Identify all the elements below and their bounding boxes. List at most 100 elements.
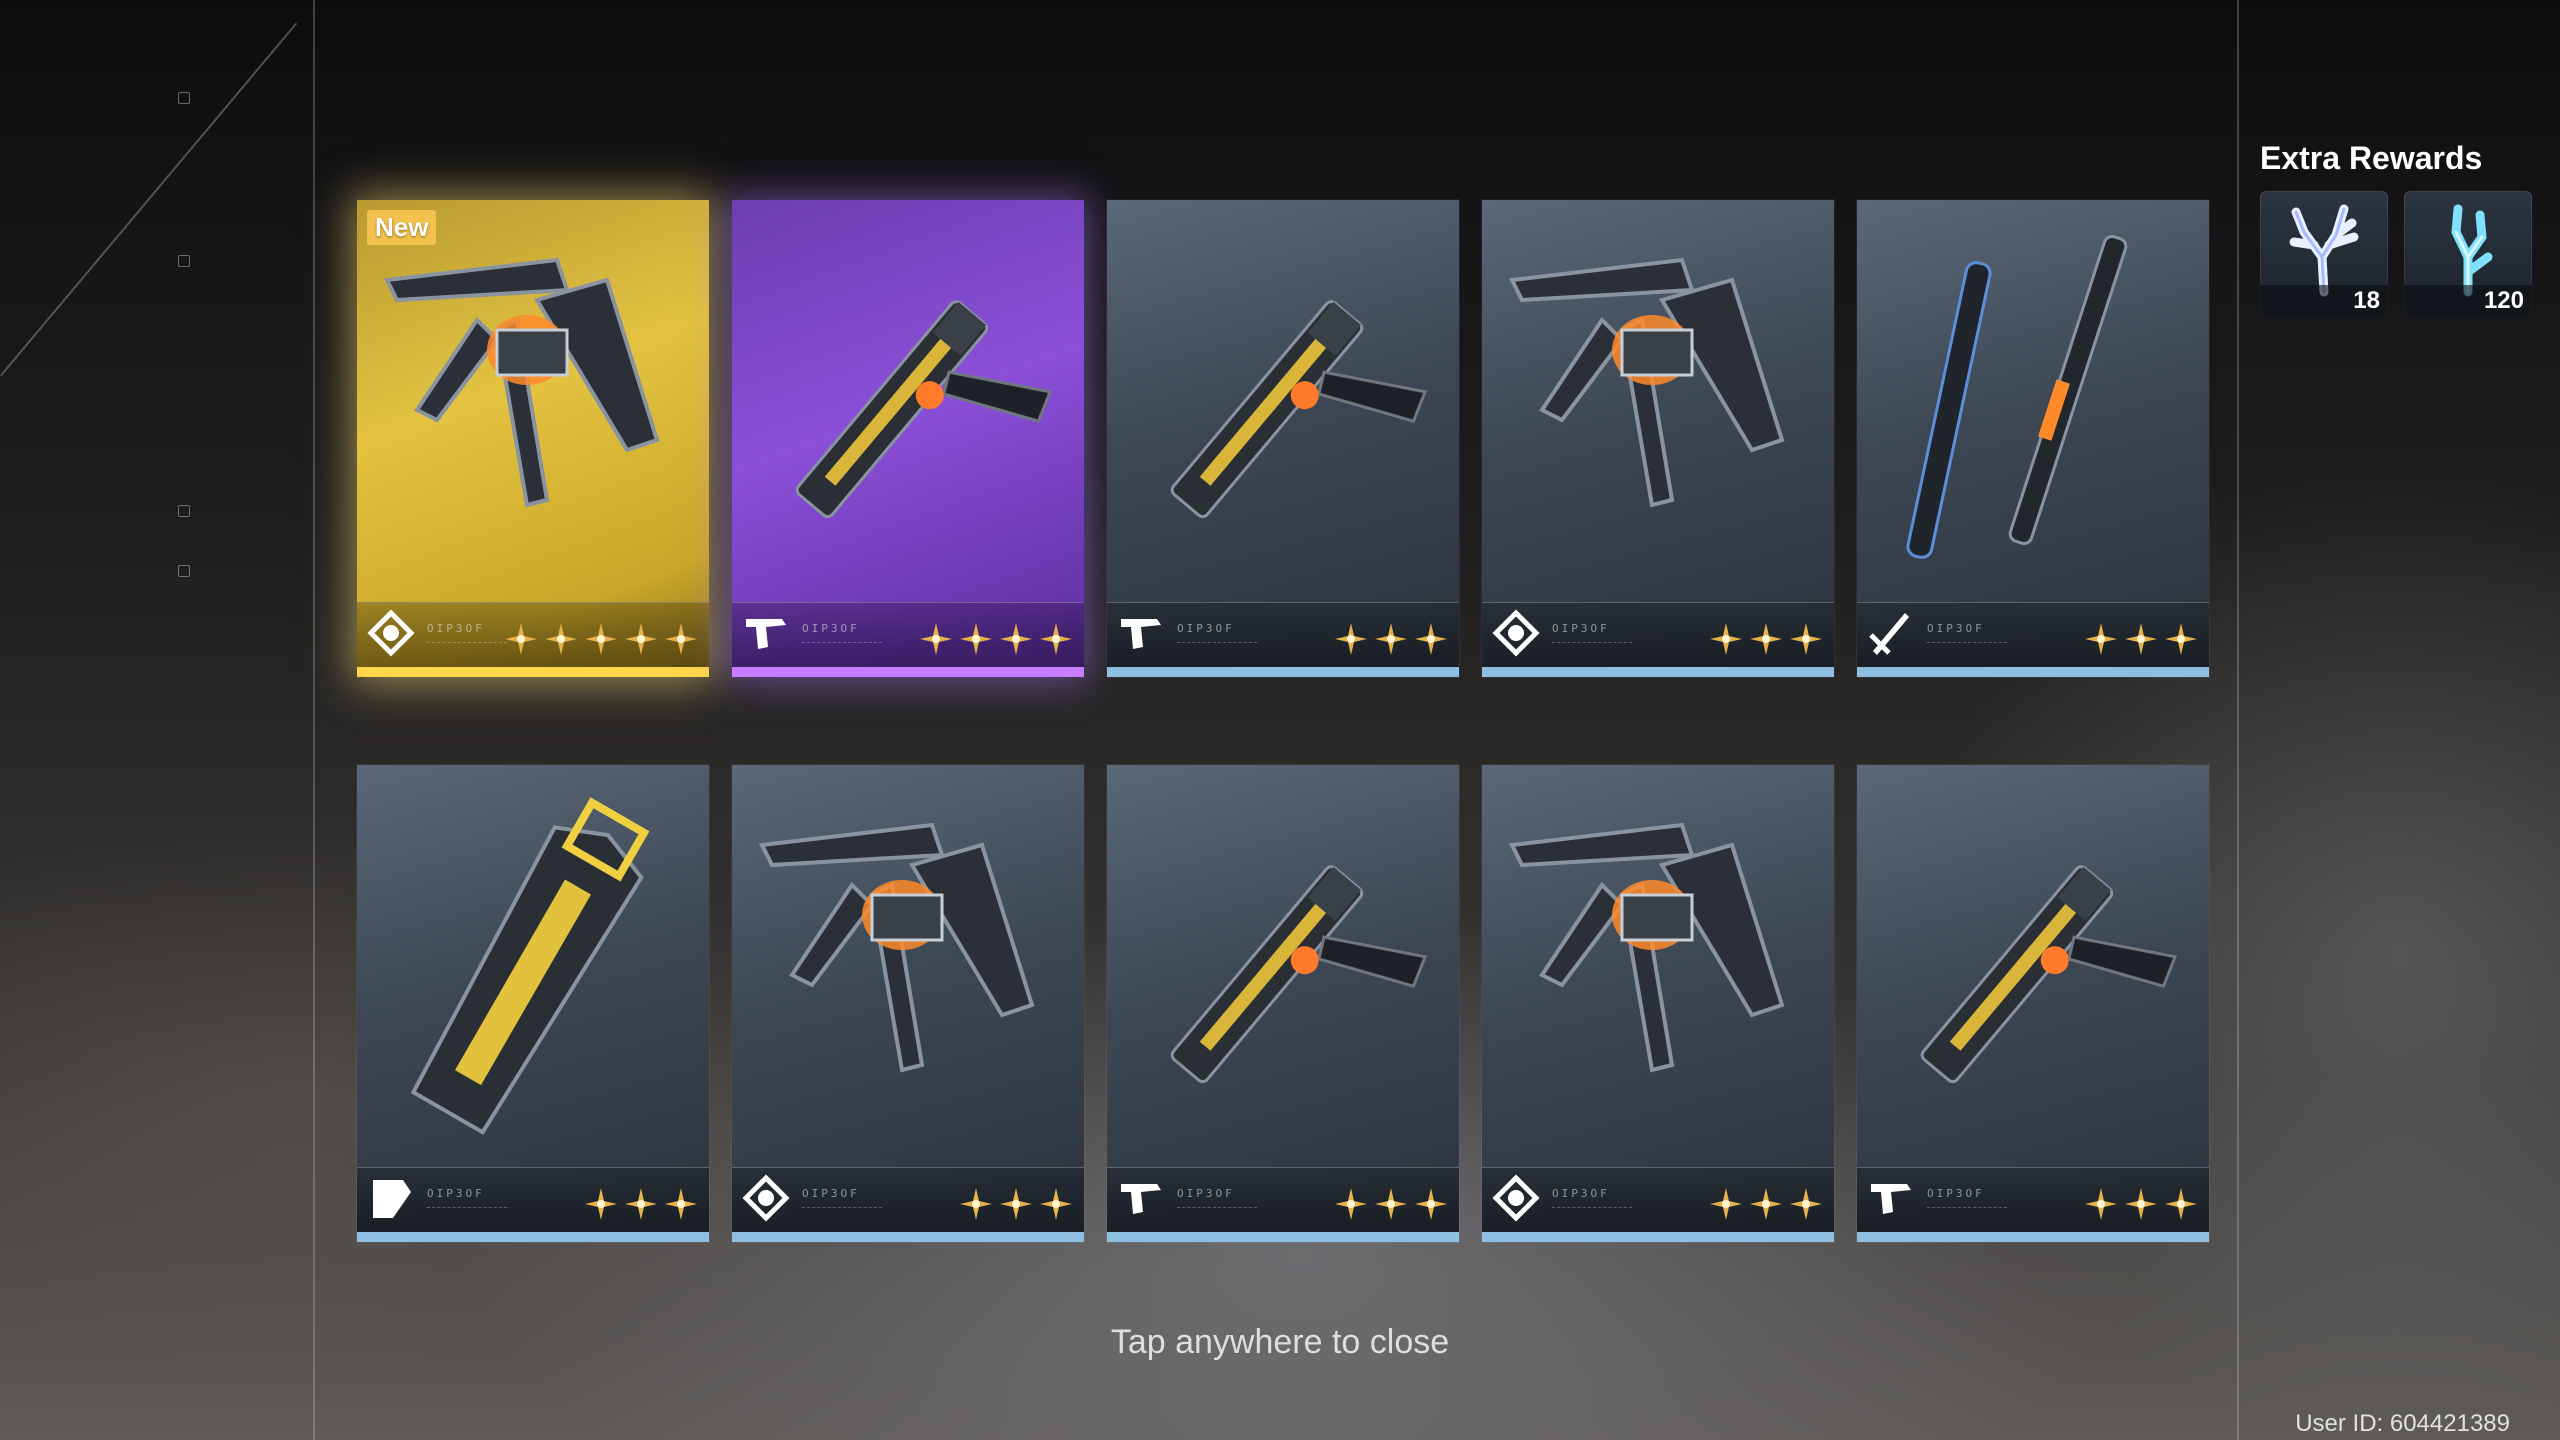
reward-card[interactable]: OIP3OF bbox=[732, 765, 1084, 1242]
extra-rewards-list: 18 120 bbox=[2260, 191, 2532, 319]
rarity-bar bbox=[732, 1232, 1084, 1242]
star-icon bbox=[1413, 621, 1449, 657]
rarity-stars bbox=[1333, 1186, 1449, 1222]
star-icon bbox=[2123, 1186, 2159, 1222]
decoration-dot bbox=[178, 92, 190, 104]
rarity-stars bbox=[918, 621, 1074, 657]
reward-card[interactable]: OIP3OF bbox=[357, 765, 709, 1242]
decoration-dot bbox=[178, 505, 190, 517]
pistol-type-icon bbox=[738, 605, 794, 661]
star-icon bbox=[1333, 1186, 1369, 1222]
broadblade-art bbox=[357, 765, 709, 1145]
broadblade-type-icon bbox=[363, 1170, 419, 1226]
star-icon bbox=[2163, 1186, 2199, 1222]
card-code: OIP3OF bbox=[1927, 622, 1985, 635]
reward-grid: New OIP3OF OIP3OF OIP3OF OIP3OF OIP3OF OIP3OF O… bbox=[357, 200, 2209, 1245]
card-code-underline bbox=[427, 1207, 507, 1214]
star-icon bbox=[1038, 1186, 1074, 1222]
rarity-bar bbox=[1482, 1232, 1834, 1242]
new-badge: New bbox=[367, 210, 437, 245]
reward-card[interactable]: OIP3OF bbox=[1107, 200, 1459, 677]
pistol-type-icon bbox=[1113, 1170, 1169, 1226]
pistol-art bbox=[732, 200, 1084, 580]
extra-reward-quantity: 18 bbox=[2353, 287, 2380, 314]
card-code-underline bbox=[427, 642, 507, 649]
card-code: OIP3OF bbox=[1552, 1187, 1610, 1200]
card-code-underline bbox=[802, 1207, 882, 1214]
pistol-art bbox=[1107, 200, 1459, 580]
star-icon bbox=[543, 621, 579, 657]
star-icon bbox=[2163, 621, 2199, 657]
card-code-underline bbox=[1927, 642, 2007, 649]
rarity-bar bbox=[732, 667, 1084, 677]
star-icon bbox=[1413, 1186, 1449, 1222]
card-code: OIP3OF bbox=[1927, 1187, 1985, 1200]
rectifier-art bbox=[1482, 765, 1834, 1145]
card-code-underline bbox=[802, 642, 882, 649]
reward-card[interactable]: New OIP3OF bbox=[357, 200, 709, 677]
card-code: OIP3OF bbox=[427, 1187, 485, 1200]
reward-card[interactable]: OIP3OF bbox=[1857, 765, 2209, 1242]
rarity-stars bbox=[958, 1186, 1074, 1222]
user-id-label: User ID: 604421389 bbox=[2295, 1410, 2510, 1437]
reward-card[interactable]: OIP3OF bbox=[732, 200, 1084, 677]
star-icon bbox=[2123, 621, 2159, 657]
card-code-underline bbox=[1552, 1207, 1632, 1214]
rarity-stars bbox=[583, 1186, 699, 1222]
card-code: OIP3OF bbox=[1177, 622, 1235, 635]
rarity-bar bbox=[1482, 667, 1834, 677]
decoration-dot bbox=[178, 255, 190, 267]
card-code-underline bbox=[1177, 1207, 1257, 1214]
tap-to-close-hint[interactable]: Tap anywhere to close bbox=[0, 1323, 2560, 1362]
rarity-bar bbox=[1857, 1232, 2209, 1242]
star-icon bbox=[918, 621, 954, 657]
pistol-type-icon bbox=[1863, 1170, 1919, 1226]
star-icon bbox=[1748, 1186, 1784, 1222]
rarity-stars bbox=[2083, 1186, 2199, 1222]
sword-type-icon bbox=[1863, 605, 1919, 661]
star-icon bbox=[1748, 621, 1784, 657]
reward-card[interactable]: OIP3OF bbox=[1482, 765, 1834, 1242]
right-frame-line bbox=[2237, 0, 2239, 1440]
sword-art bbox=[1857, 200, 2209, 580]
card-code: OIP3OF bbox=[1552, 622, 1610, 635]
star-icon bbox=[1373, 1186, 1409, 1222]
star-icon bbox=[998, 1186, 1034, 1222]
card-code-underline bbox=[1552, 642, 1632, 649]
extra-reward-item[interactable]: 18 bbox=[2260, 191, 2388, 319]
reward-card[interactable]: OIP3OF bbox=[1857, 200, 2209, 677]
star-icon bbox=[623, 621, 659, 657]
diagonal-decoration bbox=[0, 22, 298, 377]
card-code: OIP3OF bbox=[1177, 1187, 1235, 1200]
star-icon bbox=[2083, 1186, 2119, 1222]
rarity-bar bbox=[1107, 667, 1459, 677]
rectifier-art bbox=[1482, 200, 1834, 580]
card-code-underline bbox=[1177, 642, 1257, 649]
star-icon bbox=[503, 621, 539, 657]
reward-card[interactable]: OIP3OF bbox=[1107, 765, 1459, 1242]
star-icon bbox=[1788, 621, 1824, 657]
coral-icon bbox=[2289, 204, 2359, 297]
extra-rewards-panel: Extra Rewards 18 120 bbox=[2260, 140, 2532, 319]
reward-card[interactable]: OIP3OF bbox=[1482, 200, 1834, 677]
rarity-bar bbox=[357, 1232, 709, 1242]
star-icon bbox=[1333, 621, 1369, 657]
card-code: OIP3OF bbox=[427, 622, 485, 635]
star-icon bbox=[1373, 621, 1409, 657]
rectifier-type-icon bbox=[1488, 1170, 1544, 1226]
star-icon bbox=[583, 621, 619, 657]
star-icon bbox=[1708, 621, 1744, 657]
star-icon bbox=[998, 621, 1034, 657]
rarity-bar bbox=[1107, 1232, 1459, 1242]
star-icon bbox=[623, 1186, 659, 1222]
pistol-art bbox=[1107, 765, 1459, 1145]
extra-reward-item[interactable]: 120 bbox=[2404, 191, 2532, 319]
rarity-stars bbox=[1708, 621, 1824, 657]
star-icon bbox=[2083, 621, 2119, 657]
rarity-bar bbox=[357, 667, 709, 677]
star-icon bbox=[1038, 621, 1074, 657]
star-icon bbox=[1708, 1186, 1744, 1222]
rectifier-art bbox=[732, 765, 1084, 1145]
rectifier-type-icon bbox=[363, 605, 419, 661]
card-code-underline bbox=[1927, 1207, 2007, 1214]
